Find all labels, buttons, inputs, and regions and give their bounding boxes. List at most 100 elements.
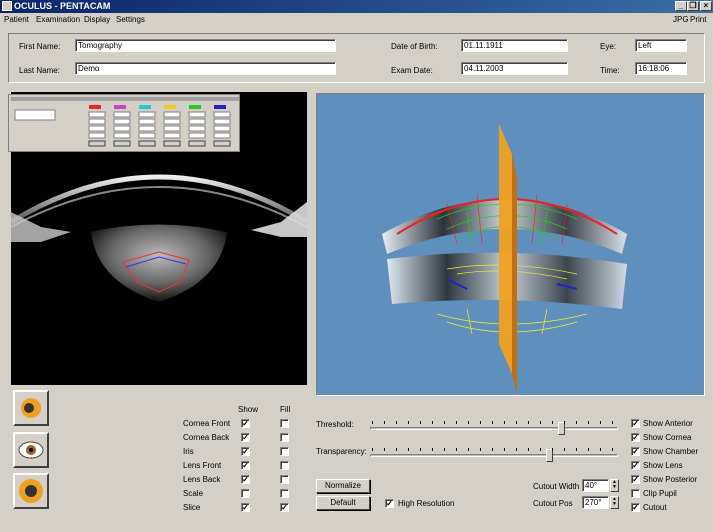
fill-header: Fill — [280, 405, 291, 414]
show-checkbox[interactable]: ✓ — [241, 447, 250, 456]
option-label: Show Anterior — [643, 419, 693, 428]
menu-bar: Patient Examination Display Settings JPG… — [0, 13, 713, 26]
eye-cutout-icon — [19, 479, 43, 503]
menu-patient[interactable]: Patient — [4, 15, 29, 24]
fill-checkbox[interactable] — [280, 447, 289, 456]
slider-tick — [384, 448, 385, 451]
first-name-label: First Name: — [19, 42, 61, 51]
show-checkbox[interactable] — [241, 489, 250, 498]
option-checkbox[interactable]: ✓ — [631, 503, 640, 512]
slider-tick — [372, 448, 373, 451]
slider-tick — [612, 421, 613, 424]
slider-tick — [384, 421, 385, 424]
option-label: Show Posterior — [643, 475, 698, 484]
option-checkbox[interactable] — [631, 489, 640, 498]
slider-tick — [564, 448, 565, 451]
cutout-pos-spinner[interactable]: ▲ ▼ — [610, 496, 619, 509]
option-checkbox[interactable]: ✓ — [631, 433, 640, 442]
slider-tick — [396, 448, 397, 451]
slider-tick — [516, 448, 517, 451]
slider-tick — [576, 421, 577, 424]
transparency-label: Transparency: — [316, 447, 367, 456]
slider-tick — [504, 448, 505, 451]
thumbnail-eye[interactable] — [13, 432, 49, 468]
cutout-width-label: Cutout Width — [533, 482, 580, 491]
title-bar: OCULUS - PENTACAM _ ❐ × — [0, 0, 713, 13]
threshold-label: Threshold: — [316, 420, 354, 429]
slider-tick — [492, 421, 493, 424]
display-row-label: Iris — [183, 447, 194, 456]
thumbnail-cutout[interactable] — [13, 473, 49, 509]
option-label: Show Lens — [643, 461, 683, 470]
minimize-button[interactable]: _ — [675, 1, 687, 11]
show-header: Show — [238, 405, 259, 414]
slider-tick — [432, 448, 433, 451]
option-checkbox[interactable]: ✓ — [631, 447, 640, 456]
show-checkbox[interactable]: ✓ — [241, 475, 250, 484]
slider-tick — [504, 421, 505, 424]
fill-checkbox[interactable] — [280, 461, 289, 470]
cutout-pos-field[interactable]: 270° — [582, 496, 609, 509]
slider-tick — [552, 421, 553, 424]
show-checkbox[interactable]: ✓ — [241, 461, 250, 470]
slider-tick — [540, 448, 541, 451]
display-row-label: Cornea Front — [183, 419, 231, 428]
display-row-label: Scale — [183, 489, 204, 498]
normalize-button[interactable]: Normalize — [316, 479, 370, 493]
display-row-label: Cornea Back — [183, 433, 230, 442]
thumbnail-3d[interactable] — [13, 390, 49, 426]
fill-checkbox[interactable] — [280, 489, 289, 498]
slider-tick — [528, 421, 529, 424]
high-resolution-checkbox[interactable]: ✓ — [385, 499, 394, 508]
first-name-field[interactable]: Tomography — [75, 39, 336, 52]
slider-tick — [540, 421, 541, 424]
menu-examination[interactable]: Examination — [36, 15, 80, 24]
overlay-graphic — [11, 97, 239, 147]
transparency-slider[interactable] — [370, 454, 618, 457]
cutout-width-spinner[interactable]: ▲ ▼ — [610, 479, 619, 492]
option-checkbox[interactable]: ✓ — [631, 461, 640, 470]
last-name-field[interactable]: Demo — [75, 62, 336, 75]
show-checkbox[interactable]: ✓ — [241, 419, 250, 428]
time-field[interactable]: 16:18:06 — [635, 62, 687, 75]
slider-tick — [432, 421, 433, 424]
menu-print[interactable]: Print — [690, 15, 706, 24]
close-button[interactable]: × — [700, 1, 712, 11]
display-row-label: Lens Front — [183, 461, 222, 470]
restore-button[interactable]: ❐ — [687, 1, 699, 11]
dob-field[interactable]: 01.11.1911 — [461, 39, 568, 52]
window-title: OCULUS - PENTACAM — [14, 1, 111, 11]
show-checkbox[interactable]: ✓ — [241, 433, 250, 442]
cutout-width-field[interactable]: 40° — [582, 479, 609, 492]
option-checkbox[interactable]: ✓ — [631, 475, 640, 484]
slider-tick — [588, 421, 589, 424]
slider-tick — [396, 421, 397, 424]
menu-settings[interactable]: Settings — [116, 15, 145, 24]
slider-tick — [444, 448, 445, 451]
slider-tick — [600, 421, 601, 424]
show-checkbox[interactable]: ✓ — [241, 503, 250, 512]
slider-tick — [552, 448, 553, 451]
option-checkbox[interactable]: ✓ — [631, 419, 640, 428]
fill-checkbox[interactable]: ✓ — [280, 503, 289, 512]
time-label: Time: — [600, 66, 620, 75]
fill-checkbox[interactable] — [280, 475, 289, 484]
default-button[interactable]: Default — [316, 496, 370, 510]
slider-tick — [372, 421, 373, 424]
fill-checkbox[interactable] — [280, 419, 289, 428]
menu-jpg[interactable]: JPG — [673, 15, 689, 24]
3d-view[interactable] — [316, 93, 705, 396]
threshold-slider[interactable] — [370, 427, 618, 430]
slider-tick — [456, 448, 457, 451]
menu-display[interactable]: Display — [84, 15, 110, 24]
option-label: Clip Pupil — [643, 489, 677, 498]
display-row-label: Lens Back — [183, 475, 221, 484]
fill-checkbox[interactable] — [280, 433, 289, 442]
slider-tick — [516, 421, 517, 424]
option-label: Show Cornea — [643, 433, 692, 442]
app-icon — [2, 1, 12, 11]
slider-tick — [480, 421, 481, 424]
eye-field[interactable]: Left — [635, 39, 687, 52]
eye-icon — [18, 441, 44, 459]
exam-date-field[interactable]: 04.11.2003 — [461, 62, 568, 75]
